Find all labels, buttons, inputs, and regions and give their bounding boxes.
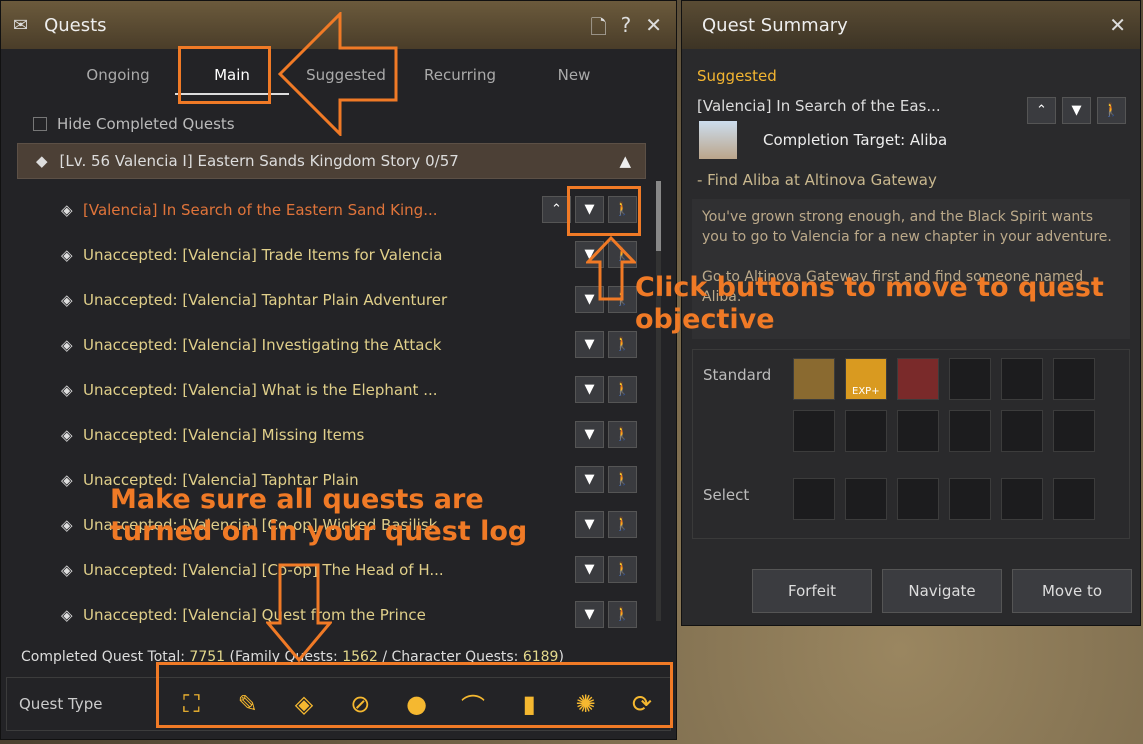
summary-navigate-button[interactable]: ▼ [1062,97,1091,124]
group-title: [Lv. 56 Valencia I] Eastern Sands Kingdo… [59,152,421,170]
navigate-button[interactable]: ▼ [575,511,604,538]
summary-priority-button[interactable]: ⌃ [1027,97,1056,124]
close-icon[interactable]: ✕ [645,13,662,47]
quest-title: Unaccepted: [Valencia] Investigating the… [83,335,442,354]
tab-ongoing[interactable]: Ongoing [61,55,175,95]
auto-move-button[interactable]: 🚶 [608,466,637,493]
move-to-button[interactable]: Move to [1012,569,1132,613]
reward-item[interactable] [793,358,835,400]
quest-title: Unaccepted: [Valencia] What is the Eleph… [83,380,438,399]
quest-list-item[interactable]: ◈ Unaccepted: [Valencia] What is the Elep… [61,367,641,412]
collapse-icon[interactable]: ▲ [619,152,631,170]
tab-recurring[interactable]: Recurring [403,55,517,95]
quest-list-item[interactable]: ◈ [Valencia] In Search of the Eastern San… [61,187,641,232]
reward-slot-empty [897,478,939,520]
window-title: Quests [44,14,107,36]
objective: - Find Aliba at Altinova Gateway [697,171,937,189]
quest-title: Unaccepted: [Valencia] Missing Items [83,425,365,444]
navigate-button[interactable]: ▼ [575,331,604,358]
quest-diamond-icon: ◈ [61,335,73,354]
tab-new[interactable]: New [517,55,631,95]
document-icon[interactable]: 🗋 [591,13,607,47]
navigate-button[interactable]: ▼ [575,466,604,493]
summary-category: Suggested [697,67,777,85]
close-icon[interactable]: ✕ [1109,13,1126,37]
quest-log-note: Make sure all quests are turned on in yo… [110,484,528,547]
reward-slot-empty [793,410,835,452]
quest-diamond-icon: ◈ [61,245,73,264]
annotation-arrow-up [586,236,636,301]
summary-header[interactable]: Quest Summary ✕ [682,1,1140,49]
quest-group-header[interactable]: ◆ [Lv. 56 Valencia I] Eastern Sands King… [17,143,646,179]
navigate-button[interactable]: ▼ [575,421,604,448]
scroll-icon: ✉ [13,14,29,36]
rewards: Standard Select EXP+ [692,349,1130,539]
auto-move-button[interactable]: 🚶 [608,376,637,403]
reward-slot-empty [845,478,887,520]
navigate-button[interactable]: ▼ [575,376,604,403]
reward-item[interactable]: EXP+ [845,358,887,400]
annotation-arrow-left [278,12,398,136]
quest-type-label: Quest Type [19,695,103,713]
quest-diamond-icon: ◈ [61,290,73,309]
quest-diamond-icon: ◈ [61,380,73,399]
reward-slot-empty [1053,478,1095,520]
auto-move-button[interactable]: 🚶 [608,421,637,448]
navigate-button[interactable]: ▼ [575,556,604,583]
quest-title: Unaccepted: [Valencia] [Co-op] The Head … [83,560,444,579]
group-progress: 0/57 [425,152,459,170]
reward-slot-empty [1001,410,1043,452]
forfeit-button[interactable]: Forfeit [752,569,872,613]
quest-list-item[interactable]: ◈ Unaccepted: [Valencia] [Co-op] The Head… [61,547,641,592]
annotation-box-quest-types [156,662,673,728]
diamond-icon: ◆ [36,152,48,170]
quest-title: [Valencia] In Search of the Eastern Sand… [83,200,438,219]
hide-completed-label: Hide Completed Quests [57,115,235,133]
auto-move-button[interactable]: 🚶 [608,601,637,628]
target-portrait [699,121,737,159]
quest-list-item[interactable]: ◈ Unaccepted: [Valencia] Taphtar Plain Ad… [61,277,641,322]
select-label: Select [703,486,750,504]
quest-list-item[interactable]: ◈ Unaccepted: [Valencia] Quest from the P… [61,592,641,637]
navigate-button[interactable]: Navigate [882,569,1002,613]
buttons-note: Click buttons to move to quest objective [635,272,1104,335]
auto-move-button[interactable]: 🚶 [608,331,637,358]
reward-slot-empty [793,478,835,520]
auto-move-button[interactable]: 🚶 [608,511,637,538]
standard-label: Standard [703,366,772,384]
quest-diamond-icon: ◈ [61,560,73,579]
quest-diamond-icon: ◈ [61,515,73,534]
quest-title: Unaccepted: [Valencia] Quest from the Pr… [83,605,426,624]
quest-title: Unaccepted: [Valencia] Taphtar Plain Adv… [83,290,448,309]
reward-item[interactable] [897,358,939,400]
completion-target: Completion Target: Aliba [763,131,948,149]
scrollbar[interactable] [656,181,661,621]
annotation-arrow-down [266,563,332,663]
reward-slot-empty [845,410,887,452]
quest-diamond-icon: ◈ [61,425,73,444]
quest-list-item[interactable]: ◈ Unaccepted: [Valencia] Trade Items for … [61,232,641,277]
quest-diamond-icon: ◈ [61,200,73,219]
reward-slot-empty [1001,358,1043,400]
summary-title: Quest Summary [702,14,848,36]
reward-slot-empty [1053,410,1095,452]
quest-list-item[interactable]: ◈ Unaccepted: [Valencia] Missing Items ▼ 🚶 [61,412,641,457]
summary-auto-move-button[interactable]: 🚶 [1097,97,1126,124]
auto-move-button[interactable]: 🚶 [608,556,637,583]
reward-slot-empty [897,410,939,452]
reward-slot-empty [949,410,991,452]
reward-slot-empty [1001,478,1043,520]
navigate-button[interactable]: ▼ [575,601,604,628]
reward-slot-empty [1053,358,1095,400]
help-icon[interactable]: ? [621,13,632,47]
reward-slot-empty [949,358,991,400]
quest-diamond-icon: ◈ [61,605,73,624]
quest-title: Unaccepted: [Valencia] Trade Items for V… [83,245,443,264]
annotation-box-buttons [567,186,641,236]
reward-slot-empty [949,478,991,520]
quest-diamond-icon: ◈ [61,470,73,489]
quest-list-item[interactable]: ◈ Unaccepted: [Valencia] Investigating th… [61,322,641,367]
annotation-box-main-tab [178,46,271,104]
